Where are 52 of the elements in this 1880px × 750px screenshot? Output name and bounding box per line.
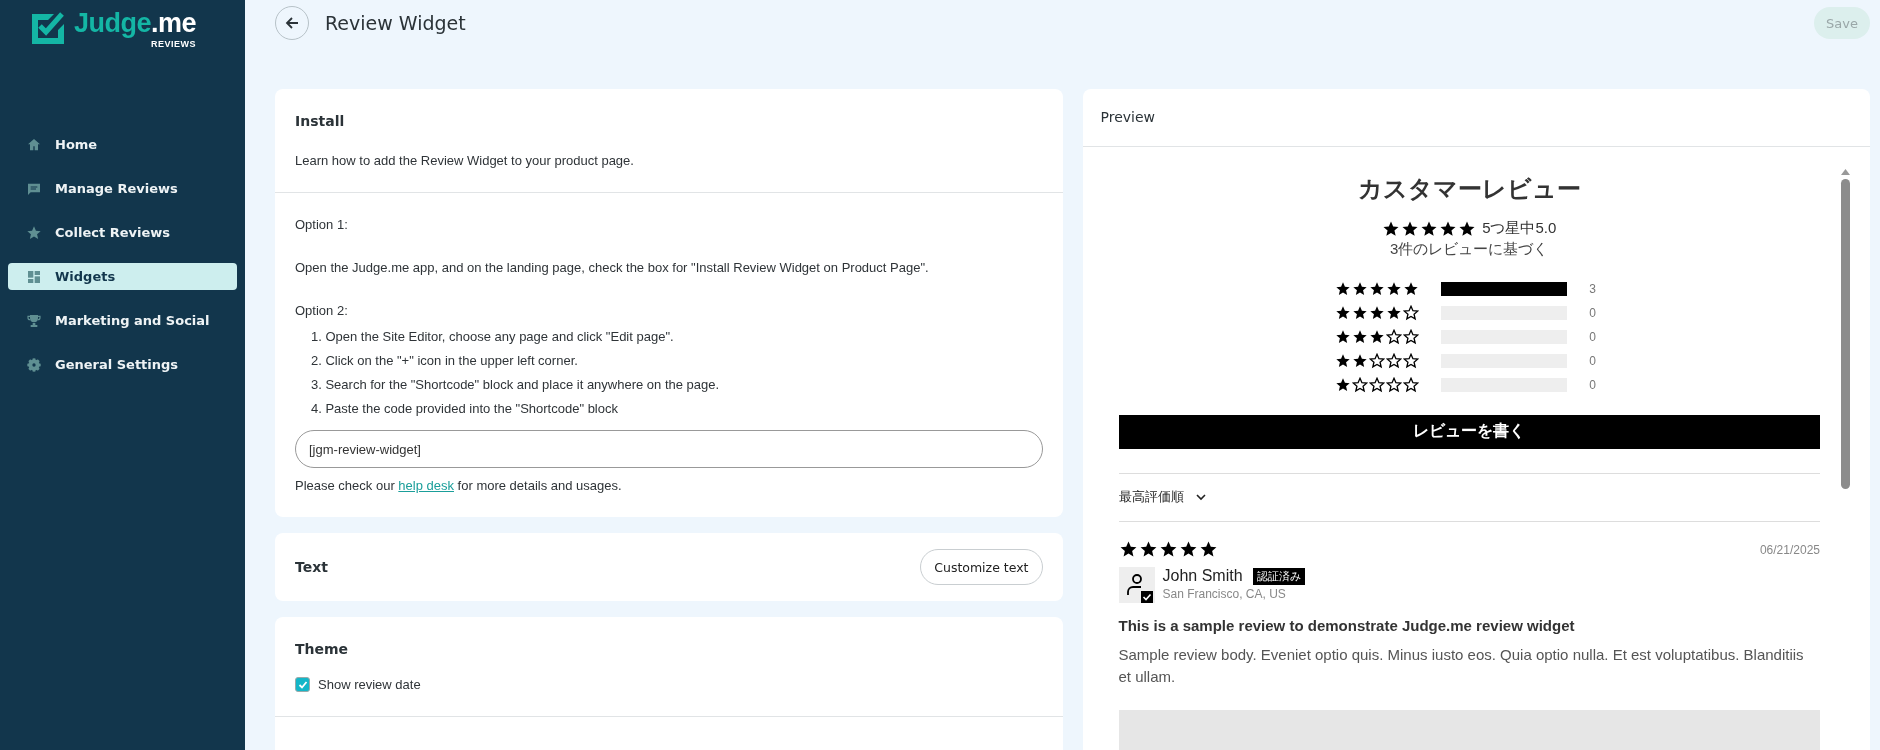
option-label: Option 2: <box>295 303 349 318</box>
option-label: Option 1: <box>295 217 349 232</box>
sidebar-item[interactable]: Manage Reviews <box>8 175 237 202</box>
section-title: Install <box>295 113 346 129</box>
logo-icon <box>30 10 66 46</box>
rating-count: 0 <box>1589 354 1597 368</box>
star-icon <box>26 224 42 241</box>
checkmark-icon <box>297 679 308 690</box>
sidebar-item[interactable]: Widgets <box>8 263 237 290</box>
step-text: 4. Paste the code provided into the "Shortcode" block <box>311 400 619 418</box>
trophy-icon <box>26 312 42 329</box>
help-text: Please check our help desk for more details and usages. <box>295 478 623 493</box>
option-text: Open the Judge.me app, and on the landing page, check the box for "Install Review Widget on Product Page". <box>295 260 930 275</box>
review-count: 3件のレビューに基づく <box>1389 240 1550 259</box>
widget-title: カスタマーレビュー <box>1356 174 1582 204</box>
section-title: Preview <box>1100 109 1156 125</box>
rating-count: 3 <box>1589 282 1597 296</box>
sidebar-item[interactable]: Marketing and Social <box>8 307 237 334</box>
customize-text-button[interactable]: Customize text <box>920 549 1043 585</box>
section-title: Text <box>295 559 328 575</box>
step-text: 2. Click on the "+" icon in the upper left corner. <box>311 352 579 370</box>
step-text: 3. Search for the "Shortcode" block and place it anywhere on the page. <box>311 376 721 394</box>
review-body: Sample review body. Eveniet optio quis. Minus iusto eos. Quia optio nulla. Et est voluptatibus. Blanditiis et ullam. <box>1118 645 1805 687</box>
rating-count: 0 <box>1589 306 1597 320</box>
shortcode-field[interactable]: [jgm-review-widget] <box>295 430 1043 468</box>
step-text: 1. Open the Site Editor, choose any page and click "Edit page". <box>311 328 675 346</box>
sidebar-item[interactable]: General Settings <box>8 351 237 378</box>
chevron-down-icon[interactable] <box>1195 493 1206 501</box>
section-description: Learn how to add the Review Widget to your product page. <box>295 153 635 168</box>
logo-text: Judge.me <box>74 7 197 39</box>
scroll-up-icon[interactable] <box>1840 169 1850 175</box>
section-title: Theme <box>295 641 350 657</box>
sort-dropdown[interactable]: 最高評価順 <box>1118 488 1184 507</box>
rating-count: 0 <box>1589 378 1597 392</box>
checkbox-label: Show review date <box>318 677 421 692</box>
page-title: Review Widget <box>325 12 467 34</box>
verified-badge: 認証済み <box>1252 567 1305 585</box>
review-date: 06/21/2025 <box>1759 542 1820 557</box>
review-title: This is a sample review to demonstrate Judge.me review widget <box>1118 617 1576 634</box>
settings-icon <box>26 356 42 373</box>
sidebar-item[interactable]: Home <box>8 131 237 158</box>
rating-count: 0 <box>1589 330 1597 344</box>
logo-tagline: REVIEWS <box>151 38 197 49</box>
back-arrow-icon <box>284 15 300 31</box>
sidebar-item[interactable]: Collect Reviews <box>8 219 237 246</box>
write-review-button[interactable]: レビューを書く <box>1118 415 1820 449</box>
checkbox[interactable] <box>295 677 310 692</box>
home-icon <box>26 136 42 153</box>
grid-icon <box>26 268 42 285</box>
reviewer-location: San Francisco, CA, US <box>1162 587 1287 601</box>
average-rating: 5つ星中5.0 <box>1482 219 1557 238</box>
reviewer-name: John Smith <box>1162 567 1243 585</box>
